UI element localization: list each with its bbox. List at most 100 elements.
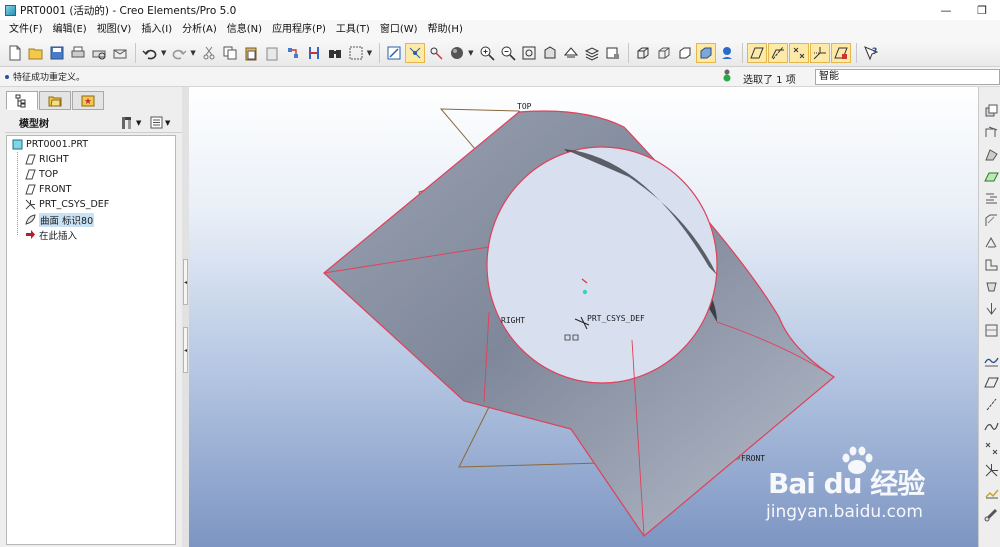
model-canvas: TOP RIGHT PRT_CSYS_DEF FRONT [323,102,836,537]
undo-dropdown-icon[interactable]: ▼ [161,49,166,57]
insert-here-arrow-icon [24,229,36,241]
menu-edit[interactable]: 编辑(E) [48,20,92,39]
part-icon [11,139,23,151]
reorient-button[interactable] [540,43,560,63]
selection-filter-select[interactable]: 智能 [815,69,1000,85]
datum-planes-toggle[interactable] [746,42,767,63]
menu-bar: 文件(F) 编辑(E) 视图(V) 插入(I) 分析(A) 信息(N) 应用程序… [0,20,1000,39]
tree-show-button[interactable]: ▼ [150,116,170,129]
tree-item-insert-here[interactable]: 在此插入 [7,227,175,242]
regenerate-button[interactable] [283,43,303,63]
graphics-viewport[interactable]: TOP RIGHT PRT_CSYS_DEF FRONT [189,87,978,547]
layers-button[interactable] [582,43,602,63]
shading-button[interactable] [695,42,716,63]
csys-toggle[interactable] [809,42,830,63]
tree-item-right[interactable]: RIGHT [7,152,175,167]
analysis-tool-icon[interactable] [982,483,1000,501]
tree-item-front[interactable]: FRONT [7,182,175,197]
point-tool-icon[interactable] [982,439,1000,457]
label-top: TOP [517,102,532,111]
tree-item-top[interactable]: TOP [7,167,175,182]
navigator-tabs [6,91,105,110]
cut-button[interactable] [199,43,219,63]
menu-window[interactable]: 窗口(W) [375,20,423,39]
expand-grip-icon[interactable]: ◂ [183,327,188,373]
message-bar: 特征成功重定义。 选取了 1 项 智能 [0,67,1000,87]
save-button[interactable] [47,43,67,63]
zoom-in-button[interactable] [477,43,497,63]
sweep-tool-icon[interactable] [982,233,1000,251]
menu-help[interactable]: 帮助(H) [423,20,468,39]
regen-manager-button[interactable] [304,43,324,63]
context-help-button[interactable]: ? [861,43,881,63]
curve-tool-icon[interactable] [982,417,1000,435]
enhanced-realism-button[interactable] [717,43,737,63]
hidden-line-button[interactable] [654,43,674,63]
round-tool-icon[interactable] [982,189,1000,207]
plane-tool-icon[interactable] [982,373,1000,391]
wireframe-button[interactable] [633,43,653,63]
zoom-out-button[interactable] [498,43,518,63]
tree-item-csys[interactable]: PRT_CSYS_DEF [7,197,175,212]
spin-center-button[interactable] [405,42,426,63]
refit-button[interactable] [519,43,539,63]
view-manager-button[interactable] [603,43,623,63]
appearance-ball-button[interactable] [447,43,467,63]
menu-insert[interactable]: 插入(I) [136,20,177,39]
selection-dropdown-icon[interactable]: ▼ [367,49,372,57]
csys-tool-icon[interactable] [982,461,1000,479]
selection-box-button[interactable] [346,43,366,63]
undo-button[interactable] [140,43,160,63]
menu-tools[interactable]: 工具(T) [331,20,375,39]
revolve-tool-icon[interactable] [982,299,1000,317]
datum-points-toggle[interactable] [788,42,809,63]
find-button[interactable] [325,43,345,63]
paste-special-button[interactable] [262,43,282,63]
open-folder-button[interactable] [26,43,46,63]
orient-mode-button[interactable] [426,43,446,63]
annotations-toggle[interactable] [830,42,851,63]
redo-dropdown-icon[interactable]: ▼ [190,49,195,57]
tab-folder-browser[interactable] [39,91,71,110]
circular-hole[interactable] [486,146,718,384]
tab-model-tree[interactable] [6,91,38,110]
repaint-button[interactable] [384,43,404,63]
tree-item-surface[interactable]: 曲面 标识80 [7,212,175,227]
copy-button[interactable] [220,43,240,63]
sketch-tool-icon[interactable] [982,351,1000,369]
email-button[interactable] [110,43,130,63]
menu-view[interactable]: 视图(V) [92,20,137,39]
rib-tool-icon[interactable] [982,145,1000,163]
shell-tool-icon[interactable] [982,123,1000,141]
axis-tool-icon[interactable] [982,395,1000,413]
new-file-button[interactable] [5,43,25,63]
minimize-button[interactable]: — [928,0,964,20]
extrude-tool-icon[interactable] [982,277,1000,295]
paste-button[interactable] [241,43,261,63]
datum-axes-toggle[interactable] [767,42,788,63]
no-hidden-button[interactable] [675,43,695,63]
chamfer-tool-icon[interactable] [982,211,1000,229]
collapse-grip-icon[interactable]: ◂ [183,259,188,305]
blend-tool-icon[interactable] [982,255,1000,273]
print-button[interactable] [68,43,88,63]
panel-splitter[interactable]: ◂ ◂ [182,87,189,547]
tree-item-label: 曲面 标识80 [39,212,95,227]
draft-tool-icon[interactable] [982,167,1000,185]
appearance-dropdown-icon[interactable]: ▼ [468,49,473,57]
restore-button[interactable]: ❐ [964,0,1000,20]
menu-info[interactable]: 信息(N) [222,20,267,39]
pipe-tool-icon[interactable] [982,505,1000,523]
saved-views-button[interactable] [561,43,581,63]
tab-favorites[interactable] [72,91,104,110]
menu-analysis[interactable]: 分析(A) [177,20,222,39]
tree-item-part[interactable]: PRT0001.PRT [7,137,175,152]
feature-toolbar [978,87,1000,547]
tree-settings-button[interactable]: ▼ [120,116,141,130]
menu-applications[interactable]: 应用程序(P) [267,20,331,39]
redo-button[interactable] [169,43,189,63]
boundary-blend-tool-icon[interactable] [982,321,1000,339]
print-preview-button[interactable] [89,43,109,63]
menu-file[interactable]: 文件(F) [4,20,48,39]
hole-tool-icon[interactable] [982,101,1000,119]
